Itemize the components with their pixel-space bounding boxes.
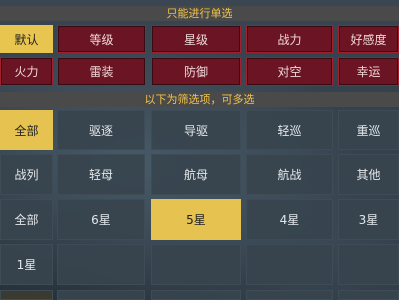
type-filter-aviation-battleship[interactable]: 航战 xyxy=(246,154,333,195)
star-filter-all[interactable]: 全部 xyxy=(0,199,53,240)
sort-option-luck[interactable]: 幸运 xyxy=(338,57,399,86)
type-filter-guided-destroyer[interactable]: 导驱 xyxy=(151,110,241,150)
sort-option-power[interactable]: 战力 xyxy=(246,25,333,53)
type-filter-light-carrier[interactable]: 轻母 xyxy=(57,154,145,195)
type-filter-light-cruiser[interactable]: 轻巡 xyxy=(246,110,333,150)
star-filter-1[interactable]: 1星 xyxy=(0,244,53,285)
empty-slot xyxy=(246,244,333,285)
type-filter-all[interactable]: 全部 xyxy=(0,110,53,150)
type-filter-carrier[interactable]: 航母 xyxy=(151,154,241,195)
sort-option-antiair[interactable]: 对空 xyxy=(246,57,333,86)
next-row-partial xyxy=(57,290,145,300)
sort-option-default[interactable]: 默认 xyxy=(0,25,53,53)
next-row-partial xyxy=(338,290,399,300)
star-filter-4[interactable]: 4星 xyxy=(246,199,333,240)
type-filter-other[interactable]: 其他 xyxy=(338,154,399,195)
sort-option-affinity[interactable]: 好感度 xyxy=(338,25,399,53)
type-filter-heavy-cruiser[interactable]: 重巡 xyxy=(338,110,399,150)
sort-option-torpedo[interactable]: 雷装 xyxy=(57,57,146,86)
empty-slot xyxy=(57,244,145,285)
type-filter-battleship[interactable]: 战列 xyxy=(0,154,53,195)
type-filter-destroyer[interactable]: 驱逐 xyxy=(57,110,145,150)
sort-option-armor[interactable]: 防御 xyxy=(151,57,241,86)
filter-panel: 默认 等级 星级 战力 好感度 火力 雷装 防御 对空 幸运 全部 驱逐 导驱 … xyxy=(0,0,399,300)
star-filter-6[interactable]: 6星 xyxy=(57,199,145,240)
sort-option-firepower[interactable]: 火力 xyxy=(0,57,53,86)
next-row-partial xyxy=(0,290,53,300)
star-filter-3[interactable]: 3星 xyxy=(338,199,399,240)
sort-option-level[interactable]: 等级 xyxy=(57,25,146,53)
empty-slot xyxy=(151,244,241,285)
next-row-partial xyxy=(246,290,333,300)
empty-slot xyxy=(338,244,399,285)
star-filter-5[interactable]: 5星 xyxy=(151,199,241,240)
next-row-partial xyxy=(151,290,241,300)
sort-option-star[interactable]: 星级 xyxy=(151,25,241,53)
